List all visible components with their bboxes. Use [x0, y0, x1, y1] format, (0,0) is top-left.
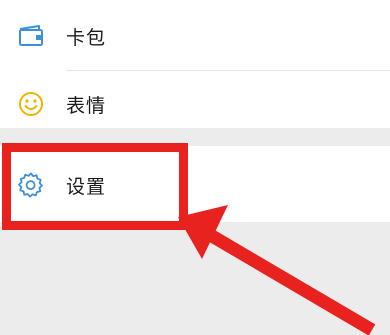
menu-item-settings[interactable]: 设置	[0, 150, 390, 220]
menu-item-label: 表情	[66, 94, 107, 117]
menu-item-label: 设置	[66, 175, 107, 198]
settings-menu-page: 卡包 表情 设置	[0, 0, 390, 335]
menu-divider	[66, 70, 390, 71]
card-wallet-icon	[15, 20, 47, 52]
gear-icon	[15, 169, 47, 201]
menu-item-stickers[interactable]: 表情	[0, 72, 390, 136]
menu-item-label: 卡包	[66, 26, 107, 49]
smiley-face-icon	[15, 88, 47, 120]
menu-item-card-wallet[interactable]: 卡包	[0, 4, 390, 68]
menu-group-top: 卡包 表情	[0, 0, 390, 128]
